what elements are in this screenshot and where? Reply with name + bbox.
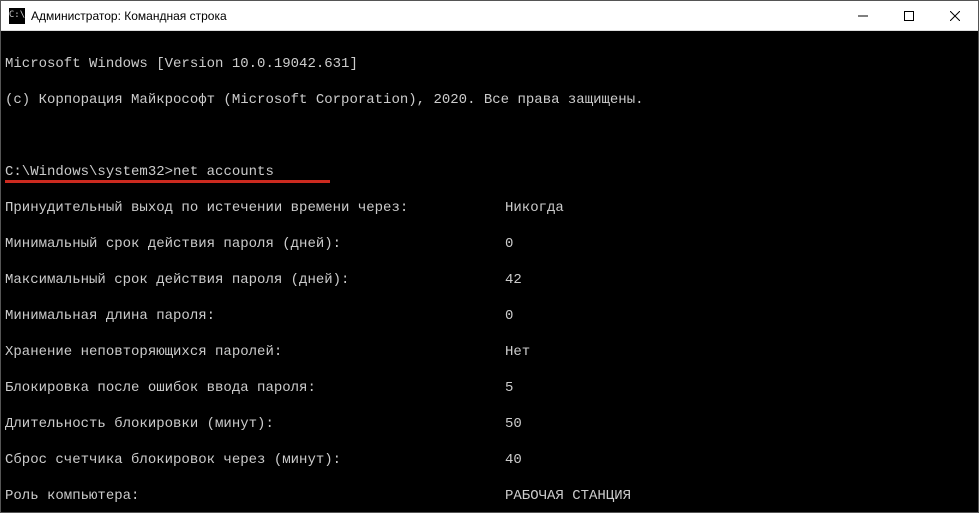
- output-label: Сброс счетчика блокировок через (минут):: [5, 451, 505, 469]
- blank-line: [5, 127, 974, 145]
- header-line: Microsoft Windows [Version 10.0.19042.63…: [5, 55, 974, 73]
- copyright-line: (c) Корпорация Майкрософт (Microsoft Cor…: [5, 91, 974, 109]
- output-value: 42: [505, 271, 522, 289]
- output-value: Никогда: [505, 199, 564, 217]
- output-row: Минимальная длина пароля:0: [5, 307, 974, 325]
- output-label: Хранение неповторяющихся паролей:: [5, 343, 505, 361]
- output-row: Хранение неповторяющихся паролей:Нет: [5, 343, 974, 361]
- output-value: РАБОЧАЯ СТАНЦИЯ: [505, 487, 631, 505]
- output-row: Длительность блокировки (минут):50: [5, 415, 974, 433]
- command-prompt-window: C:\ Администратор: Командная строка Micr…: [0, 0, 979, 513]
- close-button[interactable]: [932, 1, 978, 30]
- output-row: Блокировка после ошибок ввода пароля:5: [5, 379, 974, 397]
- output-row: Роль компьютера:РАБОЧАЯ СТАНЦИЯ: [5, 487, 974, 505]
- window-title: Администратор: Командная строка: [31, 9, 840, 23]
- output-label: Минимальная длина пароля:: [5, 307, 505, 325]
- output-row: Сброс счетчика блокировок через (минут):…: [5, 451, 974, 469]
- output-value: 0: [505, 235, 513, 253]
- cmd-icon: C:\: [9, 8, 25, 24]
- output-value: 0: [505, 307, 513, 325]
- output-value: 50: [505, 415, 522, 433]
- output-row: Принудительный выход по истечении времен…: [5, 199, 974, 217]
- command-text: net accounts: [173, 164, 274, 180]
- terminal-area[interactable]: Microsoft Windows [Version 10.0.19042.63…: [1, 31, 978, 512]
- output-label: Минимальный срок действия пароля (дней):: [5, 235, 505, 253]
- prompt-line: C:\Windows\system32>net accounts: [5, 163, 974, 181]
- output-value: Нет: [505, 343, 530, 361]
- output-row: Минимальный срок действия пароля (дней):…: [5, 235, 974, 253]
- output-value: 40: [505, 451, 522, 469]
- output-label: Роль компьютера:: [5, 487, 505, 505]
- output-label: Длительность блокировки (минут):: [5, 415, 505, 433]
- prompt-path: C:\Windows\system32>: [5, 164, 173, 180]
- titlebar[interactable]: C:\ Администратор: Командная строка: [1, 1, 978, 31]
- output-row: Максимальный срок действия пароля (дней)…: [5, 271, 974, 289]
- maximize-button[interactable]: [886, 1, 932, 30]
- output-value: 5: [505, 379, 513, 397]
- output-label: Принудительный выход по истечении времен…: [5, 199, 505, 217]
- output-label: Блокировка после ошибок ввода пароля:: [5, 379, 505, 397]
- output-label: Максимальный срок действия пароля (дней)…: [5, 271, 505, 289]
- minimize-button[interactable]: [840, 1, 886, 30]
- red-underline: [5, 180, 330, 183]
- window-controls: [840, 1, 978, 30]
